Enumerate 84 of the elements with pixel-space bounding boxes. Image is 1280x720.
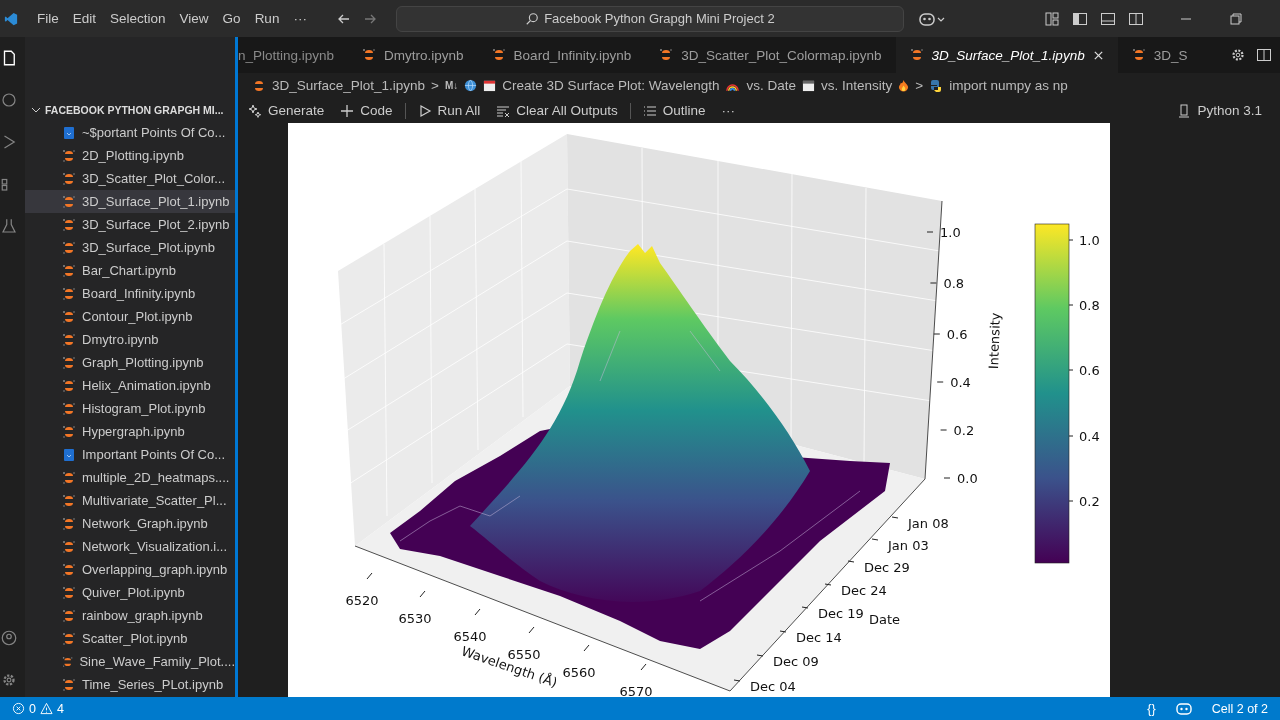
explorer-tree-item[interactable]: Network_Graph.ipynb [25, 512, 235, 535]
tick-label: 0.2 [1079, 494, 1100, 509]
explorer-tree-item[interactable]: Contour_Plot.ipynb [25, 305, 235, 328]
tick-label: 6570 [619, 684, 653, 698]
breadcrumb-separator: > [915, 78, 924, 93]
explorer-tree-item[interactable]: Graph_Plotting.ipynb [25, 351, 235, 374]
tick-label: 6520 [345, 593, 379, 608]
breadcrumb-item[interactable]: vs. Date [746, 78, 796, 93]
explorer-tree-item[interactable]: rainbow_graph.ipynb [25, 604, 235, 627]
clear-outputs-button[interactable]: Clear All Outputs [490, 101, 624, 120]
explorer-tree-item[interactable]: 3D_Surface_Plot_1.ipynb [25, 190, 235, 213]
kernel-picker[interactable]: Python 3.1 [1171, 101, 1268, 120]
tick-label: 6530 [398, 611, 432, 626]
explorer-tree-item[interactable]: 3D_Surface_Plot_2.ipynb [25, 213, 235, 236]
explorer-tree-item[interactable]: 3D_Scatter_Plot_Color... [25, 167, 235, 190]
editor-tab[interactable]: n_Plotting.ipynb [238, 37, 349, 73]
menu-item[interactable]: Go [215, 11, 248, 26]
explorer-tree-item[interactable]: Overlapping_graph.ipynb [25, 558, 235, 581]
tick-label: Dec 19 [818, 606, 864, 621]
tick-label: Dec 24 [841, 583, 887, 598]
tick-label: 0.8 [1079, 298, 1100, 313]
cell-status[interactable]: Cell 2 of 2 [1199, 701, 1280, 716]
menu-item[interactable]: Selection [103, 11, 173, 26]
tick-label: Jan 03 [888, 538, 929, 553]
explorer-tree-item[interactable]: Dmytro.ipynb [25, 328, 235, 351]
explorer-tree-item[interactable]: Hypergraph.ipynb [25, 420, 235, 443]
explorer-tree-item[interactable]: Time_Series_PLot.ipynb [25, 673, 235, 696]
generate-button[interactable]: Generate [242, 101, 331, 120]
explorer-tree-item[interactable]: Helix_Animation.ipynb [25, 374, 235, 397]
breadcrumb-item[interactable]: import numpy as np [949, 78, 1068, 93]
explorer-tree-item[interactable]: Network_Visualization.i... [25, 535, 235, 558]
editor-tab[interactable]: Dmytro.ipynb [348, 37, 478, 73]
tick-label: 6540 [453, 629, 487, 644]
tick-label: Dec 09 [773, 654, 819, 669]
axis-label: Intensity [986, 312, 1003, 370]
problems-status[interactable]: 0 4 [0, 701, 76, 716]
editor-tab[interactable]: 3D_Scatter_Plot_Colormap.ipynb [645, 37, 896, 73]
tick-label: 1.0 [1079, 233, 1100, 248]
markdown-label: M↓ [445, 80, 459, 91]
tick-label: 1.0 [940, 225, 961, 240]
tick-label: 6560 [562, 665, 596, 680]
explorer-tree-item[interactable]: multiple_2D_heatmaps.... [25, 466, 235, 489]
explorer-tree-item[interactable]: Quiver_Plot.ipynb [25, 581, 235, 604]
editor-tab[interactable]: 3D_S [1117, 37, 1202, 73]
menu-item[interactable]: View [172, 11, 216, 26]
editor-tab[interactable]: Board_Infinity.ipynb [477, 37, 646, 73]
menu-item[interactable]: Edit [65, 11, 104, 26]
explorer-tree-item[interactable]: 2D_Plotting.ipynb [25, 144, 235, 167]
folder-title[interactable]: FACEBOOK PYTHON GRAPGH MI... [45, 104, 224, 116]
breadcrumb-item[interactable]: Create 3D Surface Plot: Wavelength [502, 78, 720, 93]
explorer-tree-item[interactable]: Board_Infinity.ipynb [25, 282, 235, 305]
tick-label: 0.6 [1079, 363, 1100, 378]
tick-label: 0.0 [957, 471, 978, 486]
menu-item[interactable]: ··· [286, 11, 314, 26]
tick-label: 0.4 [950, 375, 971, 390]
breadcrumb-item[interactable]: 3D_Surface_Plot_1.ipynb [272, 78, 426, 93]
language-status[interactable]: {} [1135, 701, 1168, 716]
explorer-tree-item[interactable]: Histogram_Plot.ipynb [25, 397, 235, 420]
explorer-tree-item[interactable]: Scatter_Plot.ipynb [25, 627, 235, 650]
menu-item[interactable]: File [30, 11, 66, 26]
breadcrumb-separator: > [431, 78, 439, 93]
command-center-search[interactable]: Facebook Python Grapgh Mini Project 2 [395, 5, 904, 32]
tick-label: Dec 29 [864, 560, 910, 575]
tick-label: Dec 04 [750, 679, 796, 694]
explorer-tree-item[interactable]: Multivariate_Scatter_Pl... [25, 489, 235, 512]
more-button[interactable]: ··· [715, 101, 741, 120]
tick-label: Jan 08 [908, 516, 949, 531]
menu-item[interactable]: Run [247, 11, 287, 26]
explorer-tree-item[interactable]: Important Points Of Co... [25, 443, 235, 466]
add-code-button[interactable]: Code [334, 101, 399, 120]
breadcrumb-item[interactable]: vs. Intensity [821, 78, 893, 93]
axis-label: Date [869, 612, 901, 627]
explorer-tree-item[interactable]: ~$portant Points Of Co... [25, 121, 235, 144]
tick-label: 0.2 [953, 423, 975, 438]
outline-button[interactable]: Outline [636, 101, 712, 120]
tick-label: 0.6 [946, 327, 968, 342]
run-all-button[interactable]: Run All [411, 101, 487, 120]
explorer-tree-item[interactable]: Sine_Wave_Family_Plot.... [25, 650, 235, 673]
tick-label: 0.4 [1079, 429, 1100, 444]
tick-label: 0.8 [943, 276, 965, 291]
editor-tab[interactable]: 3D_Surface_Plot_1.ipynb [895, 37, 1118, 73]
explorer-tree-item[interactable]: 3D_Surface_Plot.ipynb [25, 236, 235, 259]
explorer-tree-item[interactable]: Bar_Chart.ipynb [25, 259, 235, 282]
tick-label: Dec 14 [796, 630, 842, 645]
